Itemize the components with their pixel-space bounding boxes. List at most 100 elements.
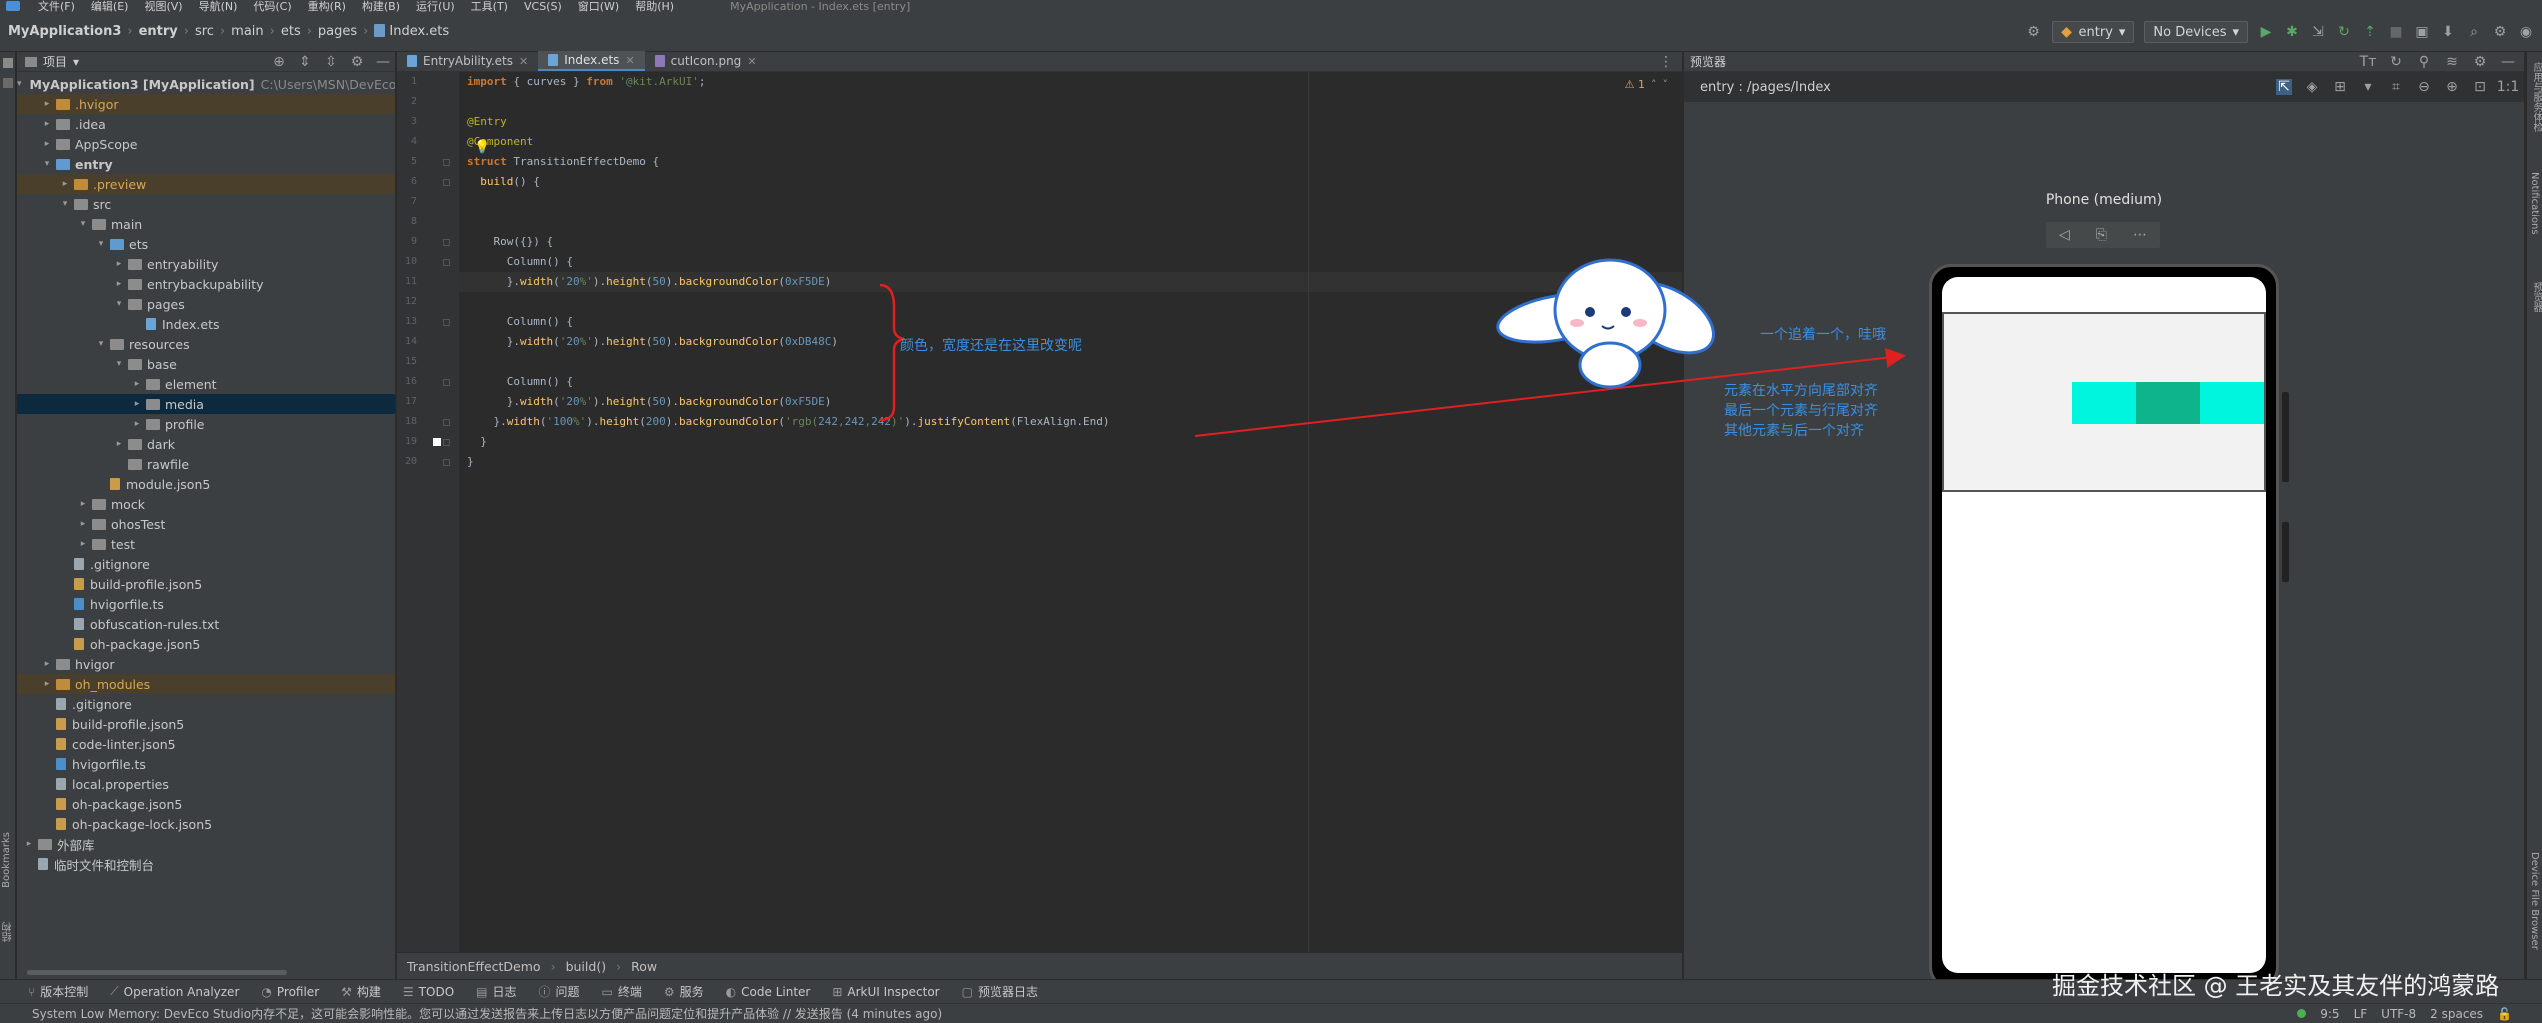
chevron-right-icon[interactable]: ▸ — [41, 139, 53, 149]
cursor-position[interactable]: 9:5 — [2320, 1007, 2339, 1021]
chevron-right-icon[interactable]: ▸ — [41, 119, 53, 129]
zoom-in-icon[interactable]: ⊕ — [2444, 79, 2460, 95]
tree-item[interactable]: code-linter.json5 — [17, 734, 395, 754]
tool-operation-analyzer[interactable]: ⟋ Operation Analyzer — [110, 984, 239, 999]
menu-vcs[interactable]: VCS(S) — [524, 0, 562, 12]
column-3[interactable] — [2200, 382, 2264, 424]
breadcrumb-struct[interactable]: TransitionEffectDemo — [407, 959, 541, 974]
project-tool-icon[interactable] — [3, 58, 13, 68]
crop-icon[interactable]: ⌗ — [2388, 79, 2404, 95]
column-1[interactable] — [2072, 382, 2136, 424]
tree-item[interactable]: ▸ hvigor — [17, 654, 395, 674]
sdk-manager-icon[interactable]: ⬇ — [2440, 24, 2456, 40]
tree-item[interactable]: module.json5 — [17, 474, 395, 494]
locate-icon[interactable]: ⊕ — [271, 54, 287, 70]
tree-item[interactable]: ▸ dark — [17, 434, 395, 454]
tree-item[interactable]: ▸ entrybackupability — [17, 274, 395, 294]
row-container[interactable] — [1942, 312, 2266, 492]
tool-log[interactable]: ▤ 日志 — [476, 983, 516, 1000]
back-icon[interactable]: ◁ — [2059, 227, 2070, 243]
chevron-right-icon[interactable]: ▸ — [77, 519, 89, 529]
project-panel-title[interactable]: 项目 — [43, 53, 67, 70]
stop-icon[interactable]: ■ — [2388, 24, 2404, 40]
chevron-right-icon[interactable]: ▸ — [59, 179, 71, 189]
chevron-right-icon[interactable]: ▸ — [77, 539, 89, 549]
breadcrumb-main[interactable]: main — [231, 24, 263, 39]
tree-item[interactable]: ▸ .idea — [17, 114, 395, 134]
tree-item[interactable]: Index.ets — [17, 314, 395, 334]
tree-item[interactable]: ▾ MyApplication3 [MyApplication] C:\Users\… — [17, 74, 395, 94]
previewer-tab[interactable]: 预览器 — [2529, 282, 2542, 312]
apply-changes-icon[interactable]: ⇡ — [2362, 24, 2378, 40]
more-icon[interactable]: ⋯ — [2133, 227, 2147, 243]
menu-window[interactable]: 窗口(W) — [578, 0, 619, 12]
chevron-right-icon[interactable]: ▸ — [131, 399, 143, 409]
indent-setting[interactable]: 2 spaces — [2430, 1007, 2483, 1021]
chevron-down-icon[interactable]: ▾ — [77, 219, 89, 229]
menu-refactor[interactable]: 重构(R) — [308, 0, 346, 12]
layers-icon[interactable]: ◈ — [2304, 79, 2320, 95]
minimize-icon[interactable]: — — [2500, 54, 2516, 70]
inspector-toggle-icon[interactable]: ⇱ — [2276, 79, 2292, 95]
tool-previewer-log[interactable]: ▢ 预览器日志 — [962, 983, 1038, 1000]
settings-gear-icon[interactable]: ⚙ — [2472, 54, 2488, 70]
breadcrumb-file[interactable]: Index.ets — [374, 24, 449, 39]
collapse-all-icon[interactable]: ⇳ — [323, 54, 339, 70]
expand-all-icon[interactable]: ⇕ — [297, 54, 313, 70]
status-message[interactable]: System Low Memory: DevEco Studio内存不足，这可能… — [32, 1005, 942, 1022]
tree-item[interactable]: ▸ AppScope — [17, 134, 395, 154]
menu-navigate[interactable]: 导航(N) — [199, 0, 238, 12]
device-manager-icon[interactable]: ▣ — [2414, 24, 2430, 40]
zoom-out-icon[interactable]: ⊖ — [2416, 79, 2432, 95]
tree-item[interactable]: oh-package.json5 — [17, 794, 395, 814]
tool-code-linter[interactable]: ◐ Code Linter — [726, 985, 811, 999]
tree-item[interactable]: hvigorfile.ts — [17, 754, 395, 774]
chevron-right-icon[interactable]: ▸ — [23, 839, 35, 849]
minimize-icon[interactable]: — — [375, 54, 391, 70]
rotate-icon[interactable]: ⎘ — [2096, 227, 2107, 243]
structure-tool-icon[interactable] — [3, 78, 13, 88]
tree-item[interactable]: ▸ profile — [17, 414, 395, 434]
tree-item[interactable]: oh-package.json5 — [17, 634, 395, 654]
bookmarks-tool-tab[interactable]: Bookmarks — [1, 832, 12, 888]
tool-arkui-inspector[interactable]: ⊞ ArkUI Inspector — [832, 985, 939, 999]
tree-item[interactable]: build-profile.json5 — [17, 714, 395, 734]
structure-tool-tab[interactable]: 结构 — [1, 922, 16, 942]
tree-item[interactable]: ▸ 外部库 — [17, 834, 395, 854]
tool-problems[interactable]: ⓘ 问题 — [539, 983, 580, 1000]
breadcrumb-row[interactable]: Row — [631, 959, 657, 974]
menu-edit[interactable]: 编辑(E) — [91, 0, 129, 12]
chevron-right-icon[interactable]: ▸ — [131, 379, 143, 389]
tree-item[interactable]: local.properties — [17, 774, 395, 794]
device-file-browser-tab[interactable]: Device File Browser — [2529, 852, 2540, 950]
tree-item[interactable]: ▾ base — [17, 354, 395, 374]
chevron-right-icon[interactable]: ▸ — [77, 499, 89, 509]
account-icon[interactable]: ◉ — [2518, 24, 2534, 40]
tree-item[interactable]: ▸ element — [17, 374, 395, 394]
multi-device-icon[interactable]: ⊞ — [2332, 79, 2348, 95]
menu-help[interactable]: 帮助(H) — [635, 0, 674, 12]
chevron-down-icon[interactable]: ▾ — [17, 79, 22, 89]
tree-item[interactable]: 临时文件和控制台 — [17, 854, 395, 874]
chevron-down-icon[interactable]: ▾ — [95, 239, 107, 249]
tool-services[interactable]: ⚙ 服务 — [664, 983, 704, 1000]
tree-item[interactable]: ▾ ets — [17, 234, 395, 254]
chevron-right-icon[interactable]: ▸ — [113, 279, 125, 289]
tree-item[interactable]: ▾ entry — [17, 154, 395, 174]
lock-icon[interactable]: 🔓 — [2497, 1007, 2512, 1021]
chevron-right-icon[interactable]: ▸ — [41, 659, 53, 669]
tool-todo[interactable]: ☰ TODO — [403, 985, 454, 999]
tree-item[interactable]: oh-package-lock.json5 — [17, 814, 395, 834]
tree-item[interactable]: ▸ media — [17, 394, 395, 414]
line-separator[interactable]: LF — [2354, 1007, 2368, 1021]
tool-version-control[interactable]: ⑂ 版本控制 — [28, 983, 88, 1000]
chevron-down-icon[interactable]: ▾ — [59, 199, 71, 209]
run-icon[interactable]: ▶ — [2258, 24, 2274, 40]
breadcrumb-src[interactable]: src — [195, 24, 214, 39]
tree-item[interactable]: ▾ main — [17, 214, 395, 234]
menu-view[interactable]: 视图(V) — [144, 0, 182, 12]
tree-item[interactable]: ▾ pages — [17, 294, 395, 314]
breadcrumb-module[interactable]: entry — [139, 24, 178, 39]
tree-item[interactable]: obfuscation-rules.txt — [17, 614, 395, 634]
refresh-icon[interactable]: ↻ — [2388, 54, 2404, 70]
